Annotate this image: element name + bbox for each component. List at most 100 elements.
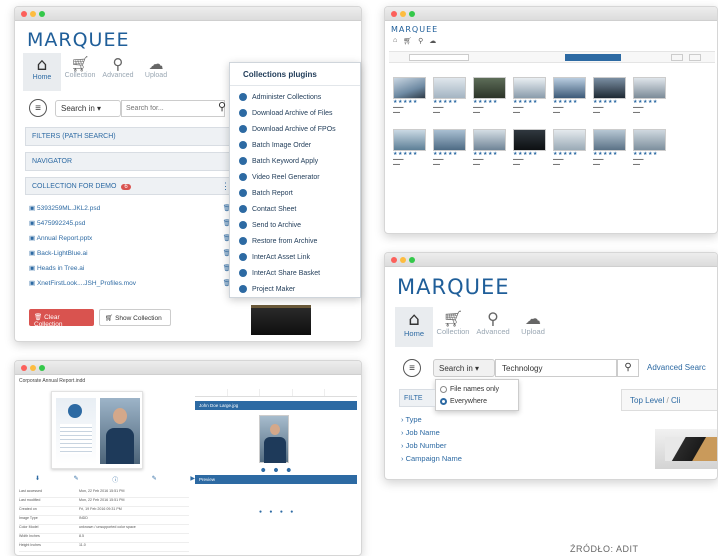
meta: ▬▬▬ ▬▬ [513, 156, 524, 166]
tab-upload[interactable]: ☁ Upload [137, 53, 175, 91]
list-item[interactable]: ▣ XnetFirstLook....JSH_Profiles.mov 🗑︎ [29, 275, 231, 290]
menu-item[interactable]: Contact Sheet [239, 201, 360, 217]
mini-search-box[interactable] [409, 54, 469, 61]
tab-home[interactable]: ⌂ Home [395, 307, 433, 347]
close-dot[interactable] [391, 11, 397, 17]
mini-button[interactable] [689, 54, 701, 61]
zoom-dot[interactable] [39, 365, 45, 371]
meta: ▬▬▬ ▬▬ [513, 105, 524, 114]
tree-item[interactable]: › Campaign Name [401, 454, 462, 467]
minimize-dot[interactable] [400, 11, 406, 17]
close-dot[interactable] [21, 365, 27, 371]
navigator-panel-header[interactable]: NAVIGATOR [25, 152, 235, 171]
minimize-dot[interactable] [400, 257, 406, 263]
breadcrumb-item[interactable]: Cli [671, 396, 680, 405]
tree-item[interactable]: › Type [401, 415, 462, 428]
tab-advanced[interactable]: ⚲ Advanced [99, 53, 137, 91]
thumbnail-card[interactable]: ★★★★★ ▬▬▬ ▬▬ [553, 128, 586, 167]
menu-item[interactable]: Download Archive of Files [239, 105, 360, 121]
menu-item[interactable]: Video Reel Generator [239, 169, 360, 185]
zoom-dot[interactable] [39, 11, 45, 17]
thumbnail-card[interactable]: ★★★★★ ▬▬▬ ▬▬ [513, 128, 546, 167]
collection-panel-header[interactable]: COLLECTION FOR DEMO 6 ⋮ [25, 177, 235, 195]
menu-item[interactable]: Batch Report [239, 185, 360, 201]
search-submit-icon[interactable]: ⚲ [218, 101, 226, 112]
breadcrumb-top-level[interactable]: Top Level [630, 396, 664, 405]
search-in-dropdown[interactable]: Search in ▾ [55, 100, 121, 117]
thumbnail-card[interactable]: ★★★★★ ▬▬▬ ▬▬ [473, 128, 506, 167]
menu-item[interactable]: Administer Collections [239, 89, 360, 105]
thumbnail-card[interactable]: ★★★★★ ▬▬▬ ▬▬ [473, 77, 506, 115]
edit-icon[interactable]: ✎ [74, 475, 79, 484]
tab[interactable] [293, 389, 326, 396]
home-icon: ⌂ [408, 309, 420, 330]
info-icon[interactable]: ⓘ [112, 475, 118, 484]
thumbnail-card[interactable]: ★★★★★ ▬▬▬ ▬▬ [593, 77, 626, 115]
filters-panel-header[interactable]: FILTERS (PATH SEARCH) [25, 127, 235, 146]
mini-button[interactable] [671, 54, 683, 61]
close-dot[interactable] [21, 11, 27, 17]
tab-advanced[interactable]: ⚲ Advanced [473, 307, 513, 347]
thumbnail-card[interactable]: ★★★★★ ▬▬▬ ▬▬ [433, 128, 466, 167]
menu-icon[interactable]: ≡ [403, 359, 421, 377]
menu-item[interactable]: Send to Archive [239, 217, 360, 233]
menu-item[interactable]: Batch Image Order [239, 137, 360, 153]
advanced-search-link[interactable]: Advanced Searc [647, 363, 706, 372]
menu-item[interactable]: InterAct Share Basket [239, 265, 360, 281]
minimize-dot[interactable] [30, 365, 36, 371]
zoom-dot[interactable] [409, 257, 415, 263]
upload-cloud-icon[interactable]: ☁ [429, 37, 436, 47]
menu-item[interactable]: InterAct Asset Link [239, 249, 360, 265]
tab-collection[interactable]: 🛒︎ Collection [61, 53, 99, 91]
zoom-dot[interactable] [409, 11, 415, 17]
tab-upload[interactable]: ☁ Upload [513, 307, 553, 347]
menu-item[interactable]: Project Maker [239, 281, 360, 297]
tab-collection[interactable]: 🛒︎ Collection [433, 307, 473, 347]
search-input[interactable]: Technology [495, 359, 617, 377]
home-icon[interactable]: ⌂ [393, 37, 397, 47]
clear-collection-button[interactable]: 🗑︎ Clear Collection [29, 309, 94, 328]
thumbnail-card[interactable]: ★★★★★ ▬▬▬ ▬▬ [593, 128, 626, 167]
thumbnail-card[interactable]: ★★★★★ ▬▬▬ ▬▬ [393, 77, 426, 115]
result-image[interactable] [655, 429, 717, 469]
thumbnail-card[interactable]: ★★★★★ ▬▬▬ ▬▬ [633, 77, 666, 115]
thumbnail-card[interactable]: ★★★★★ ▬▬▬ ▬▬ [393, 128, 426, 167]
thumbnail-card[interactable]: ★★★★★ ▬▬▬ ▬▬ [633, 128, 666, 167]
thumbnail-card[interactable]: ★★★★★ ▬▬▬ ▬▬ [553, 77, 586, 115]
list-item[interactable]: ▣ 5475992245.psd 🗑︎ [29, 215, 231, 230]
option-file-names-only[interactable]: File names only [440, 383, 514, 395]
tab[interactable] [195, 389, 228, 396]
list-item[interactable]: ▣ Heads in Tree.ai 🗑︎ [29, 260, 231, 275]
tree-item[interactable]: › Job Name [401, 428, 462, 441]
menu-item[interactable]: Restore from Archive [239, 233, 360, 249]
tab[interactable] [260, 389, 293, 396]
option-everywhere[interactable]: Everywhere [440, 395, 514, 407]
related-asset-image[interactable] [259, 415, 289, 463]
tab-home[interactable]: ⌂ Home [23, 53, 61, 91]
search-submit-button[interactable]: ⚲ [617, 359, 639, 377]
filters-panel-header[interactable]: FILTE [399, 389, 435, 407]
cart-icon[interactable]: 🛒︎ [403, 37, 412, 47]
action-icon[interactable]: ⬤ [287, 467, 291, 472]
tree-item[interactable]: › Job Number [401, 441, 462, 454]
action-icon[interactable]: ⬤ [274, 467, 278, 472]
list-item[interactable]: ▣ Back-LightBlue.ai 🗑︎ [29, 245, 231, 260]
pencil-icon[interactable]: ✎ [152, 475, 157, 484]
show-collection-button[interactable]: 🛒︎ Show Collection [99, 309, 171, 326]
menu-item[interactable]: Batch Keyword Apply [239, 153, 360, 169]
search-icon[interactable]: ⚲ [418, 37, 423, 47]
search-in-dropdown[interactable]: Search in ▾ [433, 359, 495, 377]
close-dot[interactable] [391, 257, 397, 263]
menu-item[interactable]: Download Archive of FPOs [239, 121, 360, 137]
action-icon[interactable]: ⬤ [261, 467, 265, 472]
list-item[interactable]: ▣ Annual Report.pptx 🗑︎ [29, 230, 231, 245]
thumbnail-card[interactable]: ★★★★★ ▬▬▬ ▬▬ [513, 77, 546, 115]
search-input[interactable] [121, 100, 225, 117]
minimize-dot[interactable] [30, 11, 36, 17]
tab[interactable] [325, 389, 357, 396]
download-icon[interactable]: ⬇ [35, 475, 40, 484]
thumbnail-card[interactable]: ★★★★★ ▬▬▬ ▬▬ [433, 77, 466, 115]
tab[interactable] [228, 389, 261, 396]
menu-icon[interactable]: ≡ [29, 99, 47, 117]
list-item[interactable]: ▣ 5393259ML.JKL2.psd 🗑︎ [29, 200, 231, 215]
